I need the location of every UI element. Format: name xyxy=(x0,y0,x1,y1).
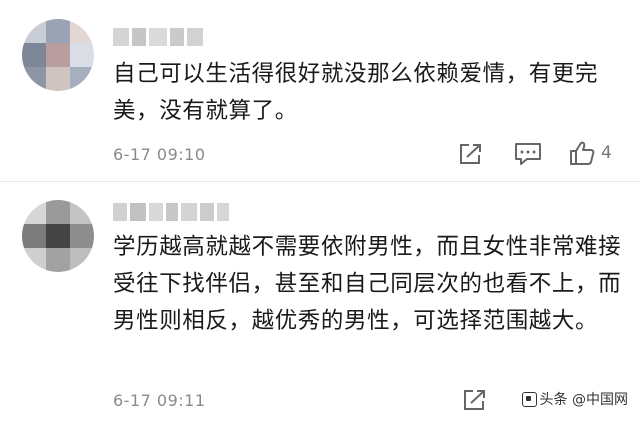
watermark-text: 头条 @中国网 xyxy=(539,392,628,408)
toutiao-logo-icon xyxy=(521,391,537,407)
share-button[interactable] xyxy=(462,388,488,412)
like-button[interactable]: 4 xyxy=(569,140,612,166)
comment-time: 6-17 09:10 xyxy=(113,145,206,164)
comment-icon xyxy=(515,143,541,165)
thumbs-up-icon xyxy=(570,141,595,165)
avatar[interactable] xyxy=(22,200,94,272)
comment-text: 自己可以生活得很好就没那么依赖爱情，有更完美，没有就算了。 xyxy=(113,61,599,124)
share-icon xyxy=(464,390,485,410)
watermark: 头条 @中国网 xyxy=(515,386,634,412)
comment-time: 6-17 09:11 xyxy=(113,391,206,410)
username-blurred[interactable] xyxy=(113,203,229,221)
share-icon xyxy=(460,144,481,164)
share-button[interactable] xyxy=(458,142,484,166)
like-count: 4 xyxy=(601,143,612,163)
avatar[interactable] xyxy=(22,19,94,91)
comment-item-1: 自己可以生活得很好就没那么依赖爱情，有更完美，没有就算了。 6-17 09:10… xyxy=(0,0,640,181)
reply-button[interactable] xyxy=(514,142,542,166)
comment-text: 学历越高就越不需要依附男性，而且女性非常难接受往下找伴侣，甚至和自己同层次的也看… xyxy=(113,234,622,334)
username-blurred[interactable] xyxy=(113,28,203,46)
